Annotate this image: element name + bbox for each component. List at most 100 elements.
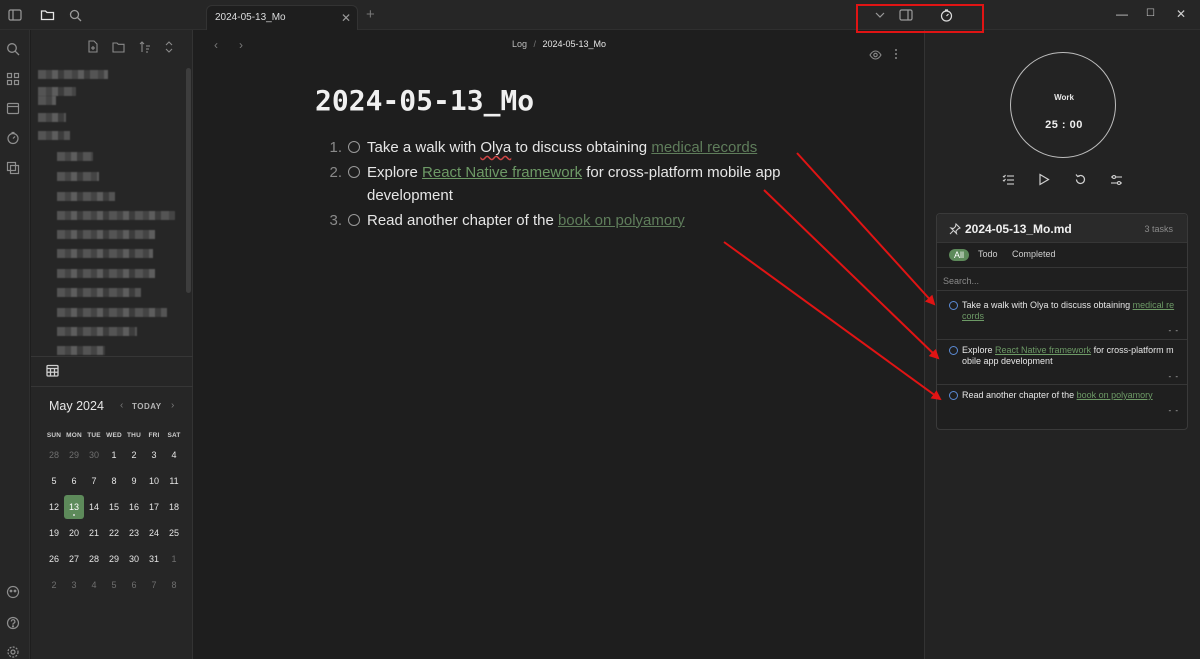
calendar-day[interactable]: 5 bbox=[104, 580, 124, 590]
file-tree-item[interactable] bbox=[57, 152, 93, 161]
calendar-day[interactable]: 30 bbox=[124, 554, 144, 564]
maximize-button[interactable]: ☐ bbox=[1146, 8, 1155, 19]
task-checkbox[interactable] bbox=[949, 346, 958, 355]
calendar-day[interactable]: 31 bbox=[144, 554, 164, 564]
calendar-day[interactable]: 8 bbox=[164, 580, 184, 590]
calendar-day[interactable]: 9 bbox=[124, 476, 144, 486]
task-checkbox[interactable] bbox=[348, 213, 360, 226]
calendar-prev-button[interactable]: ‹ bbox=[120, 400, 123, 411]
task-card-item[interactable]: Take a walk with Olya to discuss obtaini… bbox=[949, 300, 1179, 336]
calendar-day[interactable]: 28 bbox=[84, 554, 104, 564]
file-tree-item[interactable] bbox=[57, 327, 137, 336]
calendar-day[interactable]: 15 bbox=[104, 502, 124, 512]
task-checkbox[interactable] bbox=[949, 301, 958, 310]
calendar-next-button[interactable]: › bbox=[171, 400, 174, 411]
collapse-all-icon[interactable] bbox=[164, 40, 178, 54]
minimize-button[interactable]: — bbox=[1116, 7, 1128, 21]
folder-icon[interactable] bbox=[38, 6, 56, 24]
calendar-day[interactable]: 3 bbox=[64, 580, 84, 590]
calendar-day[interactable]: 21 bbox=[84, 528, 104, 538]
pomodoro-timer[interactable]: Work 25 : 00 bbox=[1010, 52, 1116, 158]
file-tree-item[interactable] bbox=[57, 308, 167, 317]
file-tree-item[interactable] bbox=[38, 70, 108, 79]
calendar-day[interactable]: 17 bbox=[144, 502, 164, 512]
task-card-link[interactable]: React Native framework bbox=[995, 345, 1091, 355]
file-tree-item[interactable] bbox=[57, 346, 105, 355]
task-checkbox[interactable] bbox=[949, 391, 958, 400]
task-link[interactable]: React Native framework bbox=[422, 164, 582, 181]
calendar-day[interactable]: 22 bbox=[104, 528, 124, 538]
calendar-day[interactable]: 12 bbox=[44, 502, 64, 512]
calendar-day[interactable]: 25 bbox=[164, 528, 184, 538]
task-card-link[interactable]: book on polyamory bbox=[1077, 390, 1153, 400]
calendar-day[interactable]: 24 bbox=[144, 528, 164, 538]
pin-icon[interactable] bbox=[949, 222, 961, 236]
task-link[interactable]: medical records bbox=[651, 139, 757, 156]
settings-sliders-icon[interactable] bbox=[1110, 173, 1124, 187]
calendar-day[interactable]: 1 bbox=[104, 450, 124, 460]
filter-todo[interactable]: Todo bbox=[978, 249, 998, 259]
tab-note[interactable]: 2024-05-13_Mo ✕ bbox=[206, 5, 358, 30]
new-note-icon[interactable] bbox=[87, 40, 101, 54]
calendar-day[interactable]: 8 bbox=[104, 476, 124, 486]
task-checkbox[interactable] bbox=[348, 141, 360, 153]
reset-icon[interactable] bbox=[1074, 173, 1088, 187]
file-tree-item[interactable] bbox=[57, 172, 99, 181]
calendar-day[interactable]: 3 bbox=[144, 450, 164, 460]
task-search-input[interactable]: Search... bbox=[943, 276, 979, 286]
calendar-day[interactable]: 23 bbox=[124, 528, 144, 538]
sidebar-toggle-icon[interactable] bbox=[6, 6, 24, 24]
calendar-day[interactable]: 6 bbox=[124, 580, 144, 590]
breadcrumb-current[interactable]: 2024-05-13_Mo bbox=[543, 39, 607, 49]
reading-view-icon[interactable] bbox=[869, 47, 883, 61]
play-icon[interactable] bbox=[1038, 173, 1052, 187]
settings-gear-icon[interactable] bbox=[6, 645, 24, 659]
file-tree-item[interactable] bbox=[57, 269, 155, 278]
calendar-today-button[interactable]: TODAY bbox=[132, 402, 162, 411]
filter-completed[interactable]: Completed bbox=[1012, 249, 1056, 259]
help-icon[interactable] bbox=[6, 585, 24, 603]
file-tree-item[interactable] bbox=[57, 230, 155, 239]
calendar-day[interactable]: 6 bbox=[64, 476, 84, 486]
more-options-icon[interactable] bbox=[894, 47, 908, 61]
timer-icon[interactable] bbox=[6, 131, 24, 149]
note-title[interactable]: 2024-05-13_Mo bbox=[315, 84, 534, 117]
calendar-day[interactable]: 2 bbox=[124, 450, 144, 460]
search-icon[interactable] bbox=[6, 42, 24, 60]
task-list-icon[interactable] bbox=[1002, 173, 1016, 187]
new-folder-icon[interactable] bbox=[112, 40, 126, 54]
calendar-day[interactable]: 28 bbox=[44, 450, 64, 460]
calendar-day[interactable]: 4 bbox=[84, 580, 104, 590]
new-tab-button[interactable]: + bbox=[366, 6, 375, 23]
calendar-day[interactable]: 20 bbox=[64, 528, 84, 538]
calendar-day[interactable]: 2 bbox=[44, 580, 64, 590]
calendar-day-today[interactable]: 13 bbox=[64, 495, 84, 519]
calendar-day[interactable]: 14 bbox=[84, 502, 104, 512]
calendar-day[interactable]: 27 bbox=[64, 554, 84, 564]
close-window-button[interactable]: ✕ bbox=[1176, 7, 1186, 21]
sort-icon[interactable] bbox=[139, 40, 153, 54]
calendar-view-icon[interactable] bbox=[46, 364, 60, 378]
calendar-day[interactable]: 18 bbox=[164, 502, 184, 512]
task-card-item[interactable]: Explore React Native framework for cross… bbox=[949, 345, 1179, 381]
file-tree-scrollbar[interactable] bbox=[186, 68, 191, 293]
search-icon[interactable] bbox=[66, 6, 84, 24]
calendar-day[interactable]: 1 bbox=[164, 554, 184, 564]
calendar-icon[interactable] bbox=[6, 101, 24, 119]
calendar-day[interactable]: 26 bbox=[44, 554, 64, 564]
calendar-day[interactable]: 29 bbox=[104, 554, 124, 564]
calendar-day[interactable]: 4 bbox=[164, 450, 184, 460]
calendar-day[interactable]: 5 bbox=[44, 476, 64, 486]
help-circle-icon[interactable] bbox=[6, 616, 24, 634]
copy-icon[interactable] bbox=[6, 161, 24, 179]
graph-view-icon[interactable] bbox=[6, 72, 24, 90]
file-tree-item[interactable] bbox=[38, 113, 66, 122]
filter-all[interactable]: All bbox=[949, 249, 970, 261]
calendar-day[interactable]: 30 bbox=[84, 450, 104, 460]
calendar-day[interactable]: 10 bbox=[144, 476, 164, 486]
breadcrumb-folder[interactable]: Log bbox=[512, 39, 527, 49]
task-checkbox[interactable] bbox=[348, 165, 360, 178]
file-tree-item[interactable] bbox=[57, 192, 115, 201]
tab-close-button[interactable]: ✕ bbox=[341, 11, 351, 25]
file-tree-item[interactable] bbox=[38, 87, 76, 96]
